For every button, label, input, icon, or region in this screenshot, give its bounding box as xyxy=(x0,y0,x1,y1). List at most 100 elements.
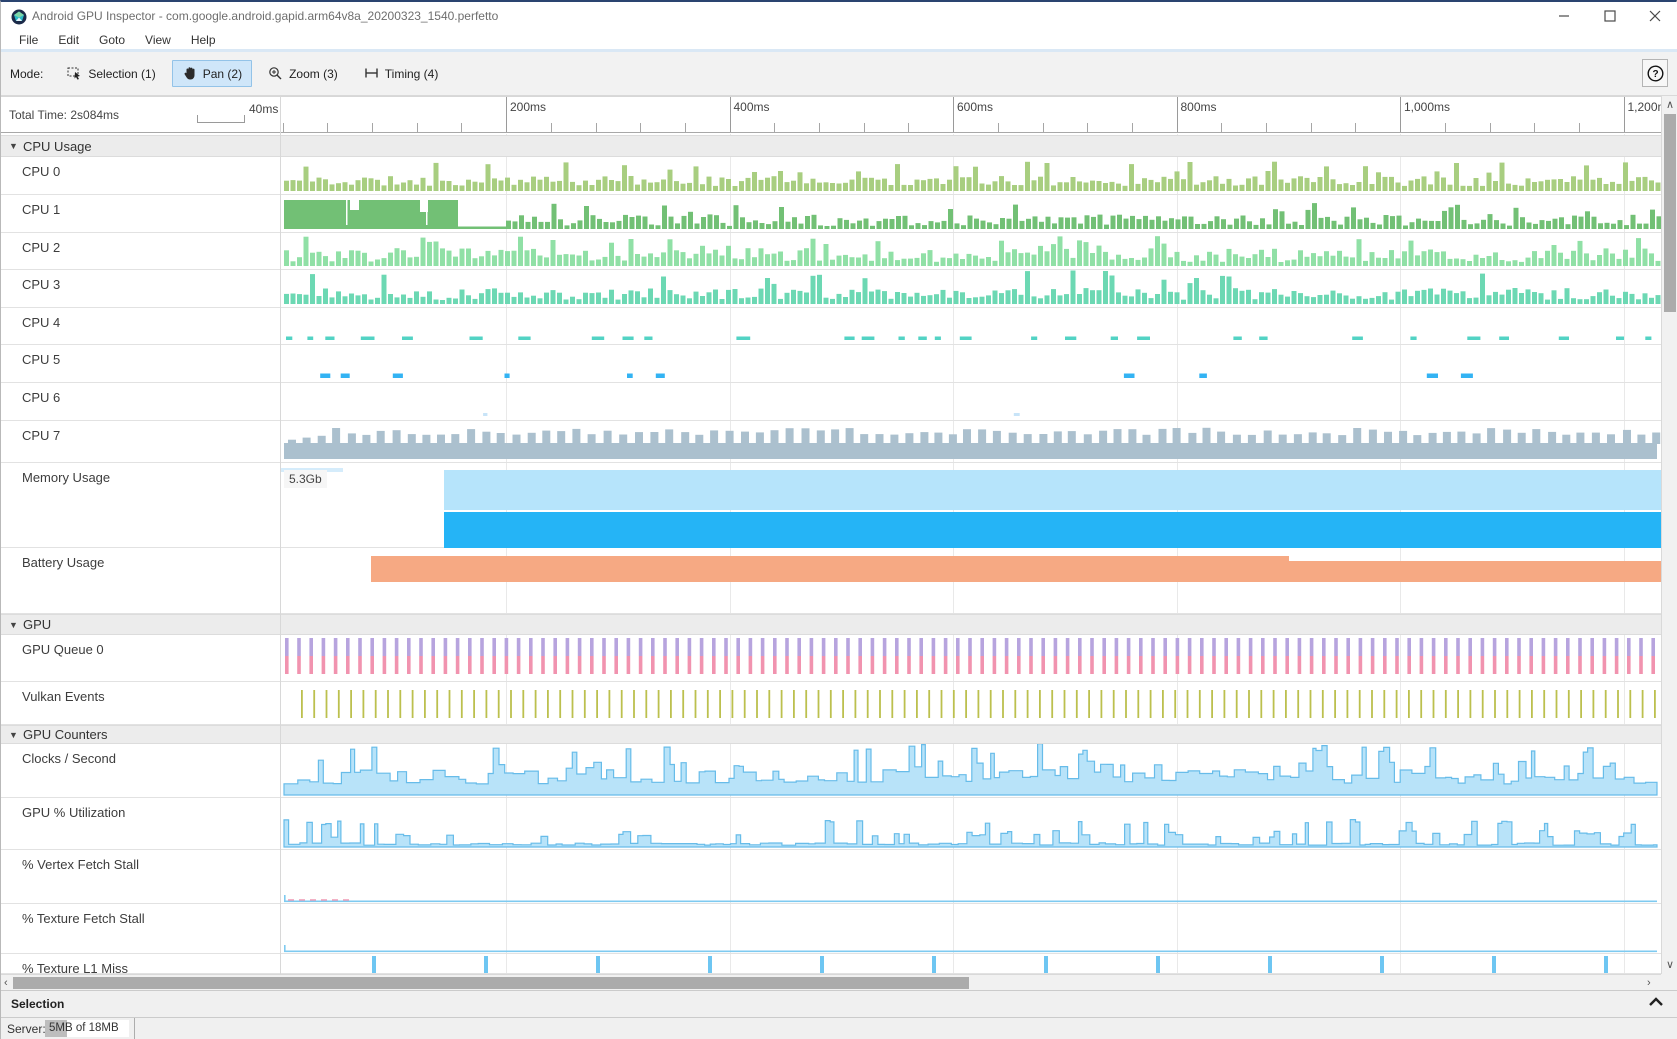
chevron-up-icon[interactable]: ∧ xyxy=(1666,97,1674,113)
track-chart-clocks-second[interactable] xyxy=(280,744,1661,798)
horizontal-scrollbar[interactable]: ‹ › xyxy=(1,974,1661,990)
track-label: CPU 2 xyxy=(22,240,60,255)
ruler-minor-tick xyxy=(1266,123,1267,132)
ruler-major-tick xyxy=(1400,97,1401,133)
title-bar: Android GPU Inspector - com.google.andro… xyxy=(1,2,1677,31)
track-chart-cpu-5[interactable] xyxy=(280,345,1661,383)
track-row-clocks-second: Clocks / Second xyxy=(1,744,1661,798)
track-chart-vertex-fetch-stall[interactable] xyxy=(280,850,1661,904)
chevron-up-icon[interactable] xyxy=(1648,996,1664,1008)
ruler-minor-tick xyxy=(1087,123,1088,132)
ruler-minor-tick xyxy=(1490,123,1491,132)
timeline-ruler[interactable]: Total Time: 2s084ms 40ms 200ms400ms600ms… xyxy=(1,96,1661,133)
track-label: Vulkan Events xyxy=(22,689,105,704)
chevron-down-icon[interactable]: ∨ xyxy=(1666,957,1674,973)
chevron-left-icon[interactable]: ‹ xyxy=(4,975,8,991)
track-row-texture-fetch-stall: % Texture Fetch Stall xyxy=(1,904,1661,954)
menu-item-view[interactable]: View xyxy=(135,33,181,47)
selection-panel-title: Selection xyxy=(11,997,64,1011)
track-label: GPU % Utilization xyxy=(22,805,125,820)
scrollbar-corner xyxy=(1661,974,1677,990)
pan-icon xyxy=(182,66,197,81)
scale-label: 40ms xyxy=(249,102,278,116)
mode-button-timing[interactable]: Timing (4) xyxy=(354,60,449,87)
selection-icon xyxy=(67,66,82,81)
track-label: % Texture L1 Miss xyxy=(22,961,128,974)
vertical-scrollbar-thumb[interactable] xyxy=(1664,114,1676,312)
collapse-triangle-icon[interactable]: ▼ xyxy=(9,141,23,151)
help-button[interactable]: ? xyxy=(1642,59,1668,87)
track-chart-vulkan-events[interactable] xyxy=(280,682,1661,725)
track-row-cpu-5: CPU 5 xyxy=(1,345,1661,383)
mode-label: Mode: xyxy=(10,67,43,81)
ruler-major-tick xyxy=(1624,97,1625,133)
section-header-gpu-counters[interactable]: ▼GPU Counters xyxy=(1,725,1661,744)
collapse-triangle-icon[interactable]: ▼ xyxy=(9,620,23,630)
chevron-right-icon[interactable]: › xyxy=(1647,975,1651,991)
menu-item-goto[interactable]: Goto xyxy=(89,33,135,47)
track-chart-cpu-7[interactable] xyxy=(280,421,1661,463)
minimize-button[interactable] xyxy=(1548,2,1580,30)
track-row-cpu-3: CPU 3 xyxy=(1,270,1661,308)
memory-value-chip: 5.3Gb xyxy=(284,470,327,488)
close-button[interactable] xyxy=(1639,2,1671,30)
total-time-label: Total Time: 2s084ms xyxy=(9,108,119,122)
track-chart-texture-l1-miss[interactable] xyxy=(280,954,1661,974)
track-label: CPU 1 xyxy=(22,202,60,217)
section-header-cpu-usage[interactable]: ▼CPU Usage xyxy=(1,135,1661,157)
track-chart-memory-usage[interactable] xyxy=(280,463,1661,548)
track-row-vulkan-events: Vulkan Events xyxy=(1,682,1661,725)
track-chart-cpu-3[interactable] xyxy=(280,270,1661,308)
track-chart-cpu-6[interactable] xyxy=(280,383,1661,421)
track-row-cpu-0: CPU 0 xyxy=(1,157,1661,195)
track-label: Battery Usage xyxy=(22,555,104,570)
zoom-icon xyxy=(268,66,283,81)
svg-text:?: ? xyxy=(1652,69,1658,80)
ruler-tick-label: 800ms xyxy=(1181,100,1217,114)
section-header-gpu[interactable]: ▼GPU xyxy=(1,614,1661,635)
track-label: Clocks / Second xyxy=(22,751,116,766)
ruler-minor-tick xyxy=(1355,123,1356,132)
ruler-tick-label: 1,000ms xyxy=(1404,100,1450,114)
mode-button-label: Selection (1) xyxy=(88,67,155,81)
track-label: CPU 5 xyxy=(22,352,60,367)
track-chart-cpu-1[interactable] xyxy=(280,195,1661,233)
ruler-minor-tick xyxy=(1579,123,1580,132)
close-icon xyxy=(1648,10,1662,22)
ruler-major-tick xyxy=(506,97,507,133)
track-row-cpu-2: CPU 2 xyxy=(1,233,1661,270)
status-bar-splitter[interactable] xyxy=(134,1018,135,1039)
vertical-scrollbar[interactable]: ∧ ∨ xyxy=(1661,96,1677,974)
section-label: GPU Counters xyxy=(23,727,108,742)
ruler-minor-tick xyxy=(1043,123,1044,132)
maximize-button[interactable] xyxy=(1594,2,1626,30)
track-row-cpu-6: CPU 6 xyxy=(1,383,1661,421)
track-row-memory-usage: Memory Usage5.3Gb xyxy=(1,463,1661,548)
track-label: CPU 7 xyxy=(22,428,60,443)
ruler-minor-tick xyxy=(908,123,909,132)
timing-icon xyxy=(364,66,379,81)
track-chart-cpu-0[interactable] xyxy=(280,157,1661,195)
track-row-gpu-utilization: GPU % Utilization xyxy=(1,798,1661,850)
track-chart-battery-usage[interactable] xyxy=(280,548,1661,614)
section-label: CPU Usage xyxy=(23,139,92,154)
window-title: Android GPU Inspector - com.google.andro… xyxy=(32,9,498,23)
ruler-minor-tick xyxy=(461,123,462,132)
track-chart-gpu-queue-0[interactable] xyxy=(280,635,1661,682)
toolbar: Mode: Selection (1) Pan (2)Zoom (3)Timing… xyxy=(1,52,1677,96)
mode-button-pan[interactable]: Pan (2) xyxy=(172,60,252,87)
menu-item-help[interactable]: Help xyxy=(181,33,226,47)
collapse-triangle-icon[interactable]: ▼ xyxy=(9,730,23,740)
selection-panel-header[interactable]: Selection xyxy=(1,990,1677,1018)
ruler-minor-tick xyxy=(998,123,999,132)
track-label: GPU Queue 0 xyxy=(22,642,104,657)
track-chart-gpu-utilization[interactable] xyxy=(280,798,1661,850)
track-chart-cpu-4[interactable] xyxy=(280,308,1661,345)
mode-button-selection[interactable]: Selection (1) xyxy=(57,60,165,87)
horizontal-scrollbar-thumb[interactable] xyxy=(13,977,969,989)
track-chart-cpu-2[interactable] xyxy=(280,233,1661,270)
menu-item-file[interactable]: File xyxy=(9,33,48,47)
track-chart-texture-fetch-stall[interactable] xyxy=(280,904,1661,954)
mode-button-zoom[interactable]: Zoom (3) xyxy=(258,60,348,87)
menu-item-edit[interactable]: Edit xyxy=(48,33,89,47)
